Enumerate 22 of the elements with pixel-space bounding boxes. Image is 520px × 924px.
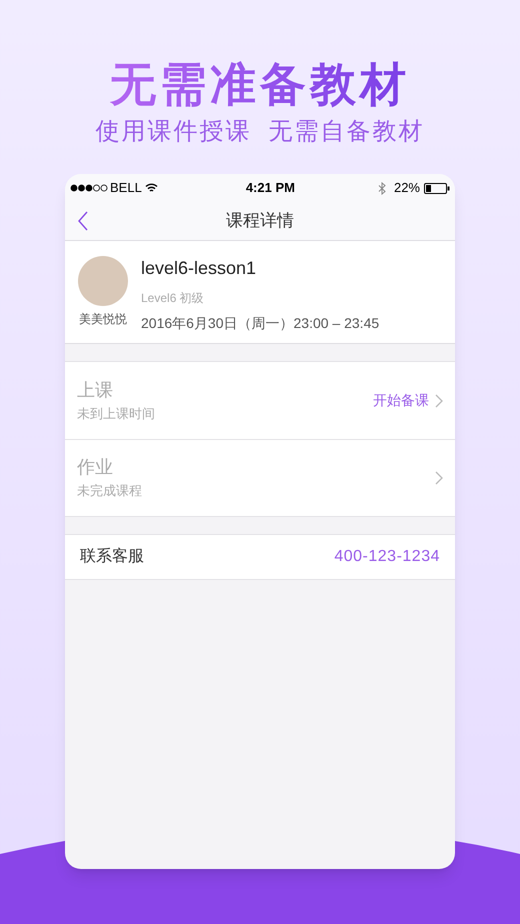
section-title: 作业	[77, 456, 114, 480]
avatar-placeholder	[78, 256, 128, 306]
contact-label: 联系客服	[80, 546, 144, 567]
page-title: 课程详情	[226, 210, 294, 232]
section-subtitle: 未完成课程	[77, 482, 143, 500]
teacher-name: 美美悦悦	[79, 311, 127, 328]
clock-time: 4:21 PM	[246, 179, 295, 198]
battery-icon	[424, 182, 450, 194]
chevron-right-icon	[435, 394, 443, 408]
wifi-icon	[144, 183, 158, 193]
chevron-right-icon	[435, 471, 443, 485]
battery-percent: 22%	[394, 179, 420, 198]
bluetooth-icon	[378, 182, 386, 194]
section-subtitle: 未到上课时间	[77, 404, 156, 423]
phone-number[interactable]: 400-123-1234	[334, 545, 440, 569]
carrier-name: BELL	[110, 179, 142, 198]
lesson-schedule: 2016年6月30日（周一）23:00 – 23:45	[141, 314, 380, 333]
lesson-title: level6-lesson1	[141, 257, 258, 279]
signal-icon	[70, 184, 108, 192]
lesson-level: Level6 初级	[141, 290, 205, 307]
subheadline: 使用课件授课 无需自备教材	[95, 117, 425, 147]
section-title: 上课	[77, 378, 114, 402]
